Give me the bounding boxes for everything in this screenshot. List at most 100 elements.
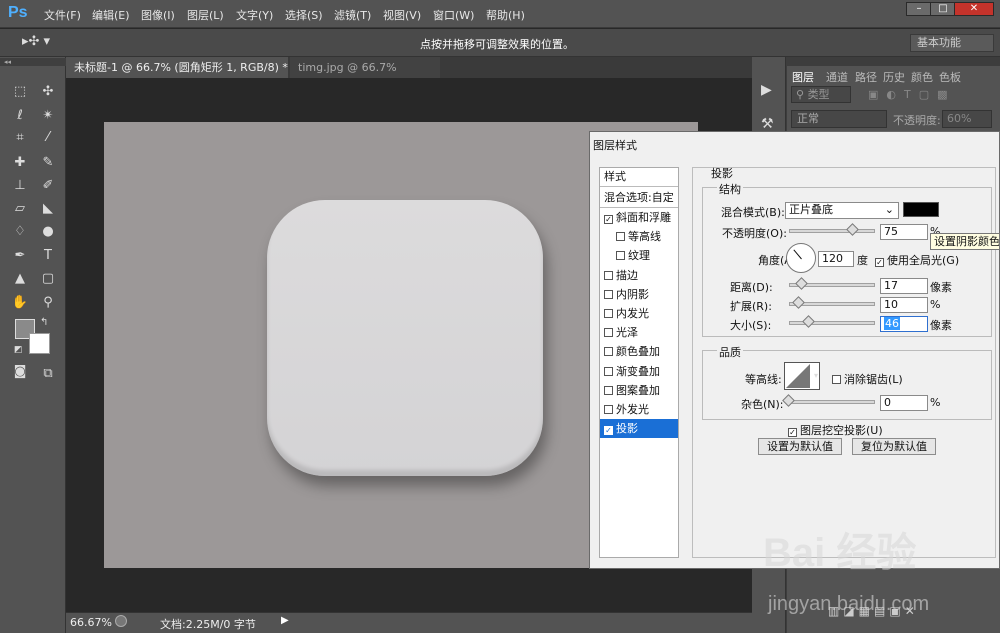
hand-tool-icon[interactable]: ✋ (9, 293, 31, 313)
style-item[interactable]: 等高线 (600, 227, 678, 246)
default-colors-icon[interactable]: ◩ (14, 345, 23, 355)
magic-wand-icon[interactable]: ✴ (37, 106, 59, 126)
history-brush-icon[interactable]: ✐ (37, 176, 59, 196)
background-color-swatch[interactable] (29, 333, 50, 354)
quick-mask-icon[interactable]: ◙ (9, 362, 31, 382)
style-item[interactable]: 内阴影 (600, 285, 678, 304)
style-item-label: 外发光 (616, 403, 649, 416)
tab-paths[interactable]: 路径 (855, 69, 877, 85)
style-item[interactable]: 外发光 (600, 400, 678, 419)
healing-brush-icon[interactable]: ✚ (9, 153, 31, 173)
knockout-checkbox[interactable]: ✓ 图层挖空投影(U) (788, 422, 883, 438)
checkbox-icon (604, 347, 613, 357)
tab-channels[interactable]: 通道 (826, 69, 848, 85)
dodge-tool-icon[interactable]: ● (37, 222, 59, 242)
path-selection-icon[interactable]: ▲ (9, 269, 31, 289)
shadow-color-swatch[interactable] (903, 202, 939, 217)
checkbox-icon (604, 366, 613, 376)
tab-timg-jpg[interactable]: timg.jpg @ 66.7%(RGB/8#) × (290, 57, 440, 95)
eyedropper-icon[interactable]: ⁄ (37, 128, 59, 148)
style-item-label: 颜色叠加 (616, 345, 660, 359)
layer-opacity-field[interactable]: 60% (942, 110, 992, 128)
angle-field[interactable]: 120 (818, 251, 854, 267)
paint-bucket-icon[interactable]: ◣ (37, 199, 59, 219)
layer-filter-select[interactable]: ⚲ 类型 (791, 86, 851, 103)
rounded-rectangle-shape[interactable] (267, 200, 543, 476)
tab-color[interactable]: 颜色 (911, 69, 933, 85)
checkbox-icon (604, 309, 613, 318)
style-item-label: 等高线 (628, 230, 661, 244)
status-menu-arrow-icon[interactable]: ▶ (281, 615, 289, 626)
distance-field[interactable]: 17 (880, 278, 928, 294)
menu-edit[interactable]: 编辑(E) (92, 7, 130, 23)
opacity-slider[interactable] (789, 229, 875, 233)
style-item[interactable]: 纹理 (600, 246, 678, 265)
style-item[interactable]: 颜色叠加 (600, 342, 678, 361)
swap-colors-icon[interactable]: ↰ (40, 317, 48, 328)
marquee-tool-icon[interactable]: ⬚ (9, 82, 31, 102)
close-icon[interactable]: ✕ (954, 2, 994, 16)
style-item[interactable]: 渐变叠加 (600, 362, 678, 381)
noise-slider[interactable] (789, 400, 875, 404)
zoom-level[interactable]: 66.67% (70, 616, 112, 629)
status-info-icon[interactable] (115, 615, 127, 627)
clone-stamp-icon[interactable]: ⊥ (9, 176, 31, 196)
actions-play-icon[interactable]: ▶ (761, 82, 772, 98)
style-item[interactable]: 内发光 (600, 304, 678, 323)
lasso-tool-icon[interactable]: ℓ (9, 106, 31, 126)
menu-window[interactable]: 窗口(W) (433, 7, 474, 23)
eraser-tool-icon[interactable]: ▱ (9, 199, 31, 219)
tab-untitled-1[interactable]: 未标题-1 @ 66.7% (圆角矩形 1, RGB/8) * × (66, 57, 288, 95)
size-field[interactable]: 46 (880, 316, 928, 332)
blur-tool-icon[interactable]: ♢ (9, 222, 31, 242)
blend-mode-value: 正片叠底 (789, 203, 833, 216)
style-item[interactable]: 光泽 (600, 323, 678, 342)
noise-field[interactable]: 0 (880, 395, 928, 411)
styles-header[interactable]: 样式 (600, 167, 678, 186)
tab-history[interactable]: 历史 (883, 69, 905, 85)
set-default-button[interactable]: 设置为默认值 (758, 438, 842, 455)
layer-opacity-label: 不透明度: (893, 114, 941, 127)
pen-tool-icon[interactable]: ✒ (9, 246, 31, 266)
menu-filter[interactable]: 滤镜(T) (334, 7, 371, 23)
menu-select[interactable]: 选择(S) (285, 7, 323, 23)
reset-default-button[interactable]: 复位为默认值 (852, 438, 936, 455)
style-item[interactable]: ✓ 斜面和浮雕 (600, 208, 678, 227)
style-item[interactable]: 描边 (600, 266, 678, 285)
tab-label: 未标题-1 @ 66.7% (圆角矩形 1, RGB/8) * (74, 61, 288, 74)
dialog-title: 图层样式 (593, 139, 637, 152)
menu-file[interactable]: 文件(F) (44, 7, 81, 23)
menu-layer[interactable]: 图层(L) (187, 7, 224, 23)
style-item[interactable]: ✓ 投影 (600, 419, 678, 439)
move-tool-preset-icon[interactable]: ▸✣ ▾ (22, 34, 50, 49)
menu-view[interactable]: 视图(V) (383, 7, 421, 23)
screen-mode-icon[interactable]: ⧉ (37, 364, 59, 384)
layer-blend-mode-select[interactable]: 正常 (791, 110, 887, 128)
global-light-checkbox[interactable]: ✓ 使用全局光(G) (875, 252, 959, 268)
toolbox-collapse-icon[interactable]: ◂◂ (0, 58, 66, 66)
angle-dial[interactable] (786, 243, 816, 273)
brush-tool-icon[interactable]: ✎ (37, 153, 59, 173)
blend-mode-select[interactable]: 正片叠底 ⌄ (785, 202, 899, 219)
antialias-checkbox[interactable]: 消除锯齿(L) (832, 371, 903, 387)
blend-options-item[interactable]: 混合选项:自定 (600, 188, 678, 207)
style-item[interactable]: 图案叠加 (600, 381, 678, 400)
shape-tool-icon[interactable]: ▢ (37, 269, 59, 289)
restore-icon[interactable]: □ (930, 2, 956, 16)
crop-tool-icon[interactable]: ⌗ (9, 128, 31, 148)
tab-swatches[interactable]: 色板 (939, 69, 961, 85)
menu-help[interactable]: 帮助(H) (486, 7, 525, 23)
tab-layers[interactable]: 图层 (792, 69, 814, 85)
tools-panel-icon[interactable]: ⚒ (761, 116, 774, 132)
menu-type[interactable]: 文字(Y) (236, 7, 273, 23)
spread-field[interactable]: 10 (880, 297, 928, 313)
zoom-tool-icon[interactable]: ⚲ (37, 293, 59, 313)
workspace-switcher[interactable]: 基本功能 (910, 34, 994, 52)
opacity-field[interactable]: 75 (880, 224, 928, 240)
move-tool-icon[interactable]: ✣ (37, 82, 59, 102)
type-tool-icon[interactable]: T (37, 246, 59, 266)
layer-filter-icons[interactable]: ▣◐T▢▩ (868, 88, 956, 101)
menu-image[interactable]: 图像(I) (141, 7, 175, 23)
minimize-icon[interactable]: – (906, 2, 932, 16)
contour-picker[interactable]: ▾ (784, 362, 820, 390)
